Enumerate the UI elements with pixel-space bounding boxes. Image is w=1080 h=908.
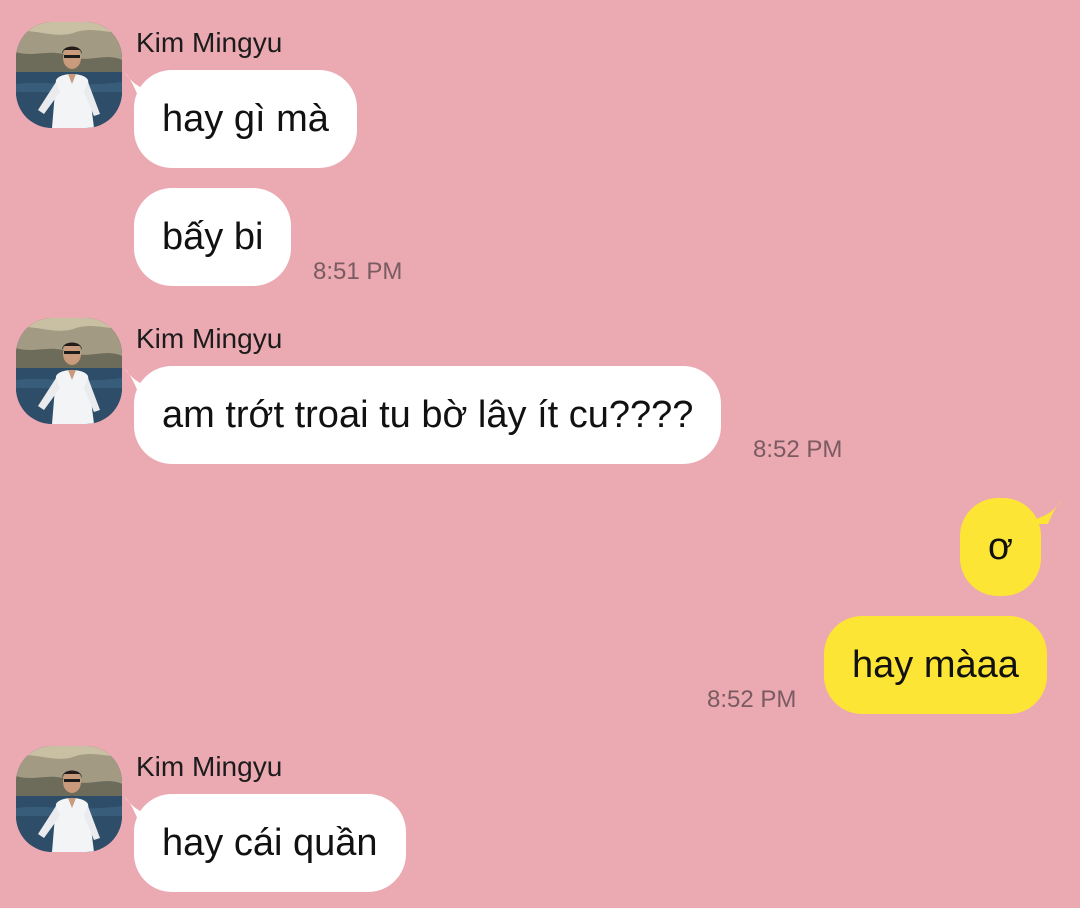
message-bubble[interactable]: ơ bbox=[960, 498, 1041, 596]
timestamp: 8:51 PM bbox=[313, 258, 403, 285]
timestamp: 8:52 PM bbox=[753, 436, 843, 463]
sender-name: Kim Mingyu bbox=[136, 27, 283, 58]
message-bubble[interactable]: bấy bi bbox=[134, 188, 292, 286]
contact-avatar[interactable] bbox=[16, 746, 122, 852]
contact-avatar[interactable] bbox=[16, 22, 122, 128]
message-bubble[interactable]: hay cái quần bbox=[134, 794, 406, 892]
contact-avatar[interactable] bbox=[16, 318, 122, 424]
avatar-photo-icon bbox=[16, 318, 122, 424]
timestamp: 8:52 PM bbox=[707, 686, 797, 713]
sender-name: Kim Mingyu bbox=[136, 323, 283, 354]
message-bubble[interactable]: hay màaa bbox=[824, 616, 1047, 714]
avatar-photo-icon bbox=[16, 746, 122, 852]
sender-name: Kim Mingyu bbox=[136, 751, 283, 782]
message-bubble[interactable]: hay gì mà bbox=[134, 70, 357, 168]
avatar-photo-icon bbox=[16, 22, 122, 128]
message-bubble[interactable]: am trớt troai tu bờ lây ít cu???? bbox=[134, 366, 722, 464]
